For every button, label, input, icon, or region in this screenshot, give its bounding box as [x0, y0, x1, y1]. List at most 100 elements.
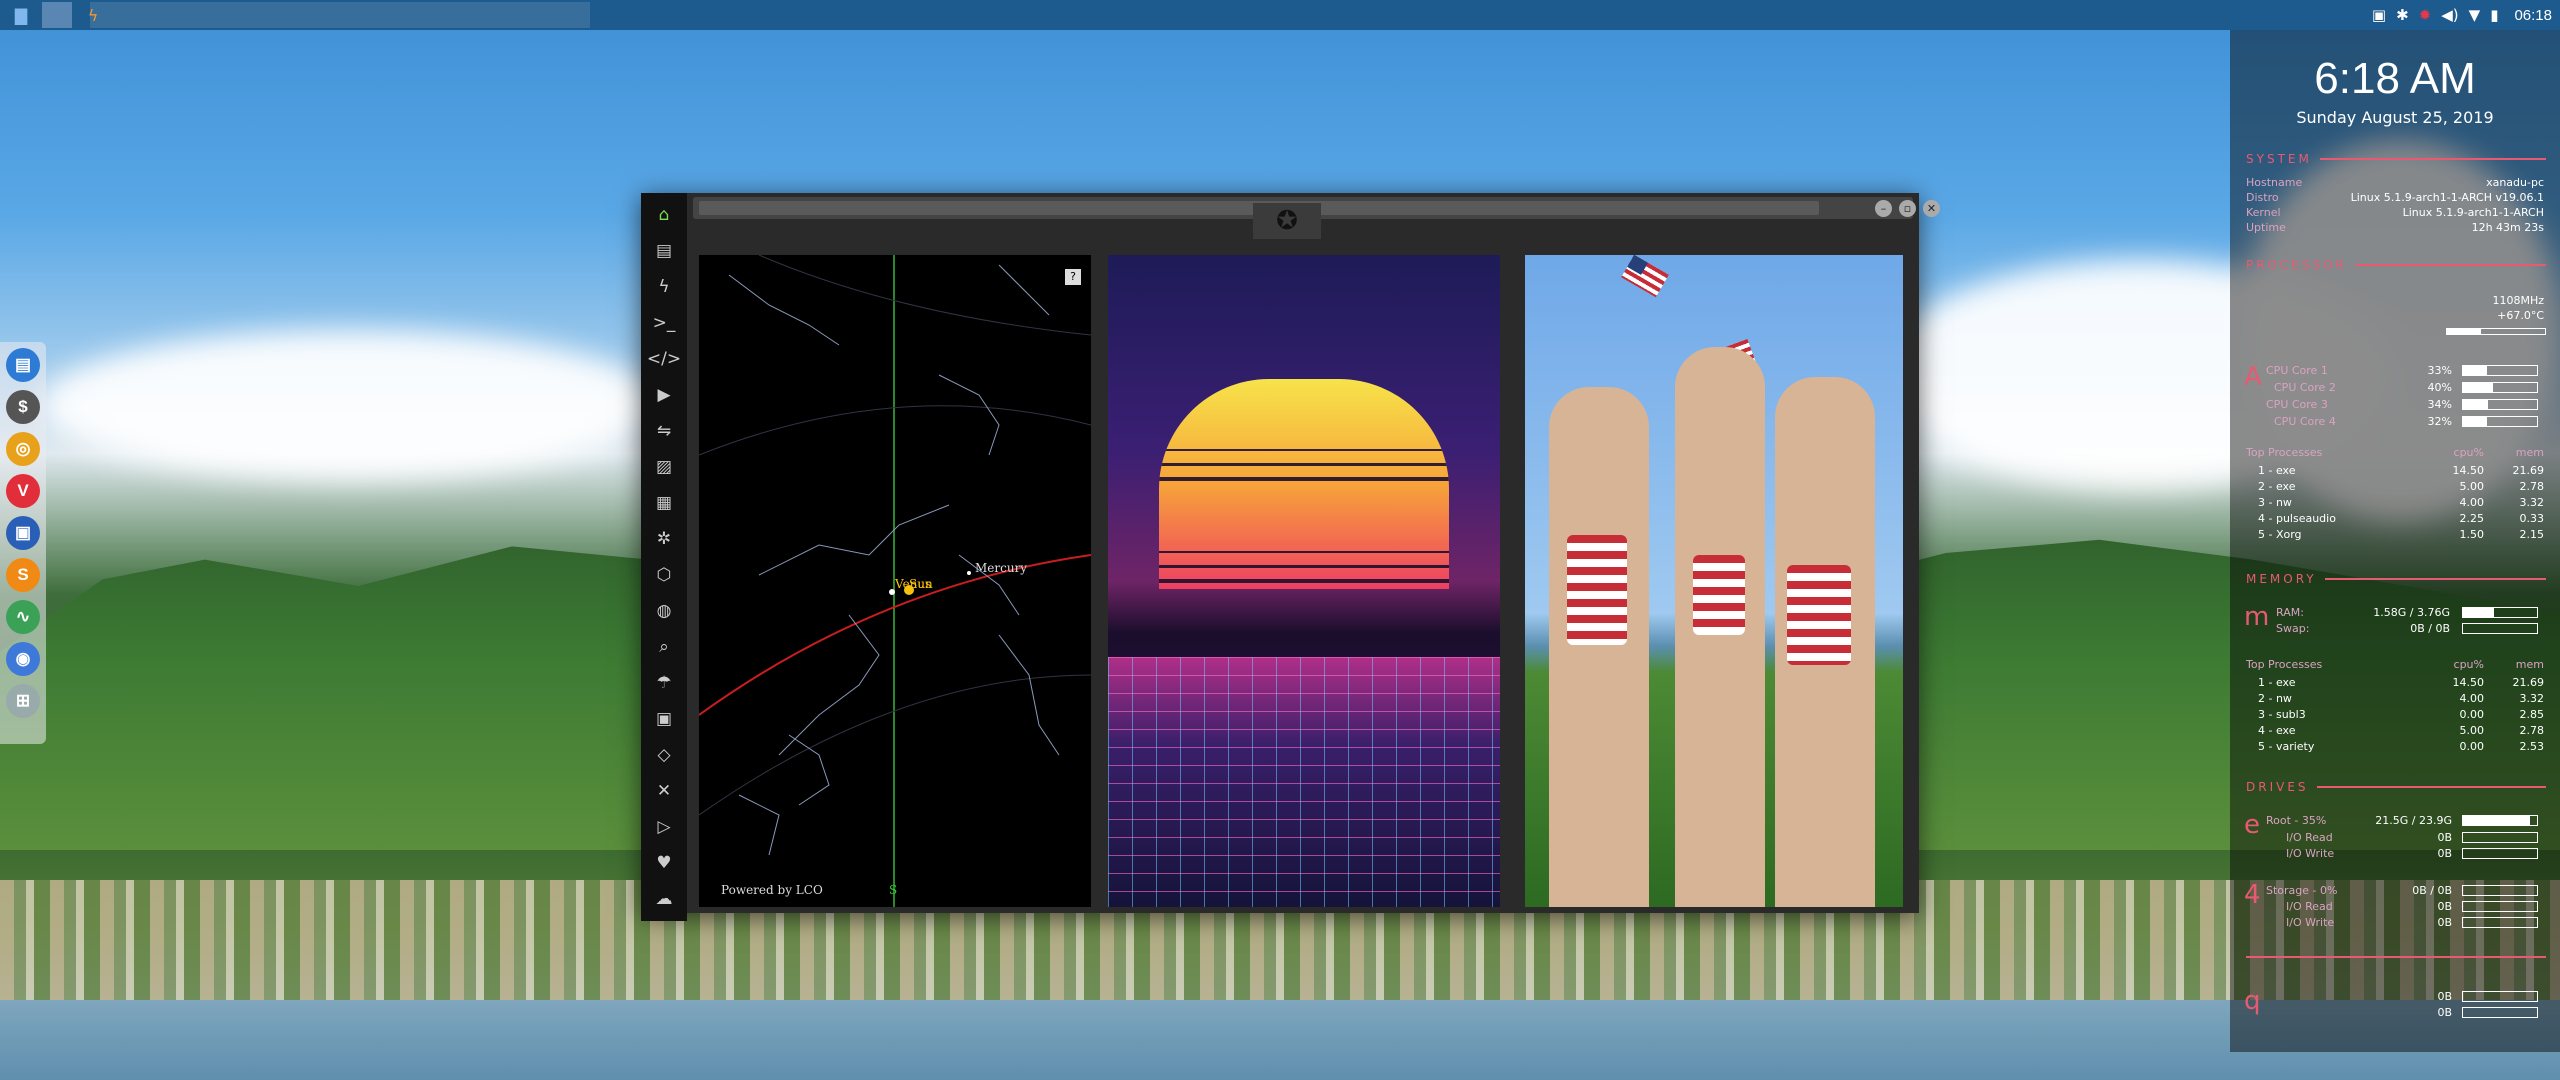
drive1-write-label: I/O Write: [2286, 847, 2335, 860]
swimsuit-center: [1693, 555, 1745, 635]
wifi-icon[interactable]: ▼: [2469, 6, 2481, 24]
sidebar-search-icon[interactable]: ⌕: [651, 633, 677, 660]
bay-water: [0, 1000, 2560, 1080]
bluetooth-icon[interactable]: ✱: [2396, 6, 2409, 24]
system-heading-label: SYSTEM: [2246, 152, 2312, 166]
process-name: 1 - exe: [2258, 676, 2296, 689]
process-stat: 0.33: [2519, 512, 2545, 525]
sidebar-expand-icon[interactable]: ✕: [651, 777, 677, 804]
sidebar-gallery-icon[interactable]: ▦: [651, 489, 677, 516]
sidebar-umbrella-icon[interactable]: ☂: [651, 669, 677, 696]
dock-money-icon[interactable]: $: [6, 390, 40, 424]
top-process-header: Top Processes: [2246, 658, 2323, 671]
sidebar-home-icon[interactable]: ⌂: [651, 201, 677, 228]
drive1-label: Root - 35%: [2266, 814, 2327, 827]
help-button[interactable]: ?: [1065, 269, 1081, 285]
process-stat: 21.69: [2512, 676, 2545, 689]
process-stat: 5.00: [2459, 480, 2485, 493]
sidebar-globe-icon[interactable]: ◍: [651, 597, 677, 624]
network-down-bar: [2462, 1007, 2538, 1018]
sidebar-youtube-icon[interactable]: ▷: [651, 813, 677, 840]
sidebar-profile-icon[interactable]: ▣: [651, 705, 677, 732]
top-process-header: mem: [2515, 446, 2544, 459]
process-stat: 2.78: [2519, 480, 2545, 493]
cpu-core-value: 33%: [2427, 364, 2452, 377]
sidebar-hexagon-icon[interactable]: ⬡: [651, 561, 677, 588]
drive1-read-bar: [2462, 832, 2538, 843]
volume-icon[interactable]: ◀): [2441, 6, 2458, 24]
dock-files-icon[interactable]: ▤: [6, 348, 40, 382]
ram-label: RAM:: [2276, 606, 2304, 619]
process-name: 2 - exe: [2258, 480, 2296, 493]
conky-date: Sunday August 25, 2019: [2296, 108, 2494, 127]
top-process-header: mem: [2515, 658, 2544, 671]
cpu-freq: 1108MHz: [2492, 294, 2544, 307]
maximize-button[interactable]: ▫: [1899, 200, 1916, 217]
sidebar-document-icon[interactable]: ▤: [651, 237, 677, 264]
app-window: ⌂ ▤ ϟ >_ </> ▶ ⇋ ▨ ▦ ✲ ⬡ ◍ ⌕ ☂ ▣ ◇ ✕ ▷ ♥ ☁ – ▫ ✕ ✪ ?: [641, 193, 1940, 921]
drive1-letter: e: [2244, 810, 2260, 840]
memory-heading: MEMORY: [2246, 572, 2546, 586]
drive1-write-value: 0B: [2437, 847, 2452, 860]
cpu-core-value: 32%: [2427, 415, 2452, 428]
system-value: xanadu-pc: [2486, 176, 2544, 189]
drive2-write-label: I/O Write: [2286, 916, 2335, 929]
settings-icon[interactable]: ✹: [2419, 6, 2432, 24]
close-button[interactable]: ✕: [1923, 200, 1940, 217]
dock-help-icon[interactable]: ◎: [6, 432, 40, 466]
dock-vivaldi-icon[interactable]: V: [6, 474, 40, 508]
synthwave-image-panel[interactable]: [1108, 255, 1500, 907]
system-label: Uptime: [2246, 221, 2286, 234]
dock-grid-icon[interactable]: ⊞: [6, 684, 40, 718]
process-stat: 5.00: [2459, 724, 2485, 737]
person-left: [1549, 387, 1649, 907]
cpu-load-bar: [2446, 328, 2546, 335]
sun-stripes: [1158, 379, 1450, 589]
sidebar-cloud-icon[interactable]: ☁: [651, 885, 677, 912]
sidebar-play-icon[interactable]: ▶: [651, 381, 677, 408]
process-stat: 4.00: [2459, 692, 2485, 705]
dock-chrome-icon[interactable]: ◉: [6, 642, 40, 676]
sidebar-terminal-icon[interactable]: >_: [651, 309, 677, 336]
drive1-read-value: 0B: [2437, 831, 2452, 844]
process-stat: 2.53: [2519, 740, 2545, 753]
taskbar-area[interactable]: [90, 2, 590, 28]
dock-sublime-icon[interactable]: S: [6, 558, 40, 592]
sidebar-diamond-icon[interactable]: ◇: [651, 741, 677, 768]
planetarium-panel[interactable]: ? Venus Sun Mercury S Powered by LCO: [699, 255, 1091, 907]
sun-label: Sun: [909, 577, 933, 591]
sidebar-image-icon[interactable]: ▨: [651, 453, 677, 480]
panel-clock[interactable]: 06:18: [2514, 7, 2552, 24]
process-stat: 14.50: [2452, 676, 2485, 689]
process-name: 3 - nw: [2258, 496, 2292, 509]
process-stat: 21.69: [2512, 464, 2545, 477]
system-label: Kernel: [2246, 206, 2281, 219]
process-stat: 1.50: [2459, 528, 2485, 541]
process-stat: 4.00: [2459, 496, 2485, 509]
rebel-emblem-tab[interactable]: ✪: [1253, 203, 1321, 239]
network-up-bar: [2462, 991, 2538, 1002]
process-stat: 3.32: [2519, 496, 2545, 509]
cpu-core-label: CPU Core 2: [2274, 381, 2336, 394]
file-manager-icon[interactable]: ▇: [6, 2, 36, 28]
sidebar-atom-icon[interactable]: ✲: [651, 525, 677, 552]
network-down-value: 0B: [2437, 1006, 2452, 1019]
photo-panel[interactable]: [1525, 255, 1903, 907]
workspace-icon[interactable]: [42, 2, 72, 28]
sidebar-translate-icon[interactable]: ⇋: [651, 417, 677, 444]
process-name: 5 - variety: [2258, 740, 2315, 753]
system-label: Hostname: [2246, 176, 2303, 189]
process-stat: 0.00: [2459, 740, 2485, 753]
drives-heading-label: DRIVES: [2246, 780, 2309, 794]
dock-monitor-icon[interactable]: ∿: [6, 600, 40, 634]
sidebar-flash-icon[interactable]: ϟ: [651, 273, 677, 300]
sidebar-heart-icon[interactable]: ♥: [651, 849, 677, 876]
screenshot-icon[interactable]: ▣: [2372, 6, 2386, 24]
minimize-button[interactable]: –: [1875, 200, 1892, 217]
cloud: [40, 330, 660, 480]
sidebar-code-icon[interactable]: </>: [647, 345, 681, 372]
window-sidebar: ⌂ ▤ ϟ >_ </> ▶ ⇋ ▨ ▦ ✲ ⬡ ◍ ⌕ ☂ ▣ ◇ ✕ ▷ ♥ ☁: [641, 193, 687, 921]
battery-icon[interactable]: ▮: [2490, 6, 2498, 24]
dock-screen-icon[interactable]: ▣: [6, 516, 40, 550]
top-process-header: cpu%: [2453, 658, 2484, 671]
